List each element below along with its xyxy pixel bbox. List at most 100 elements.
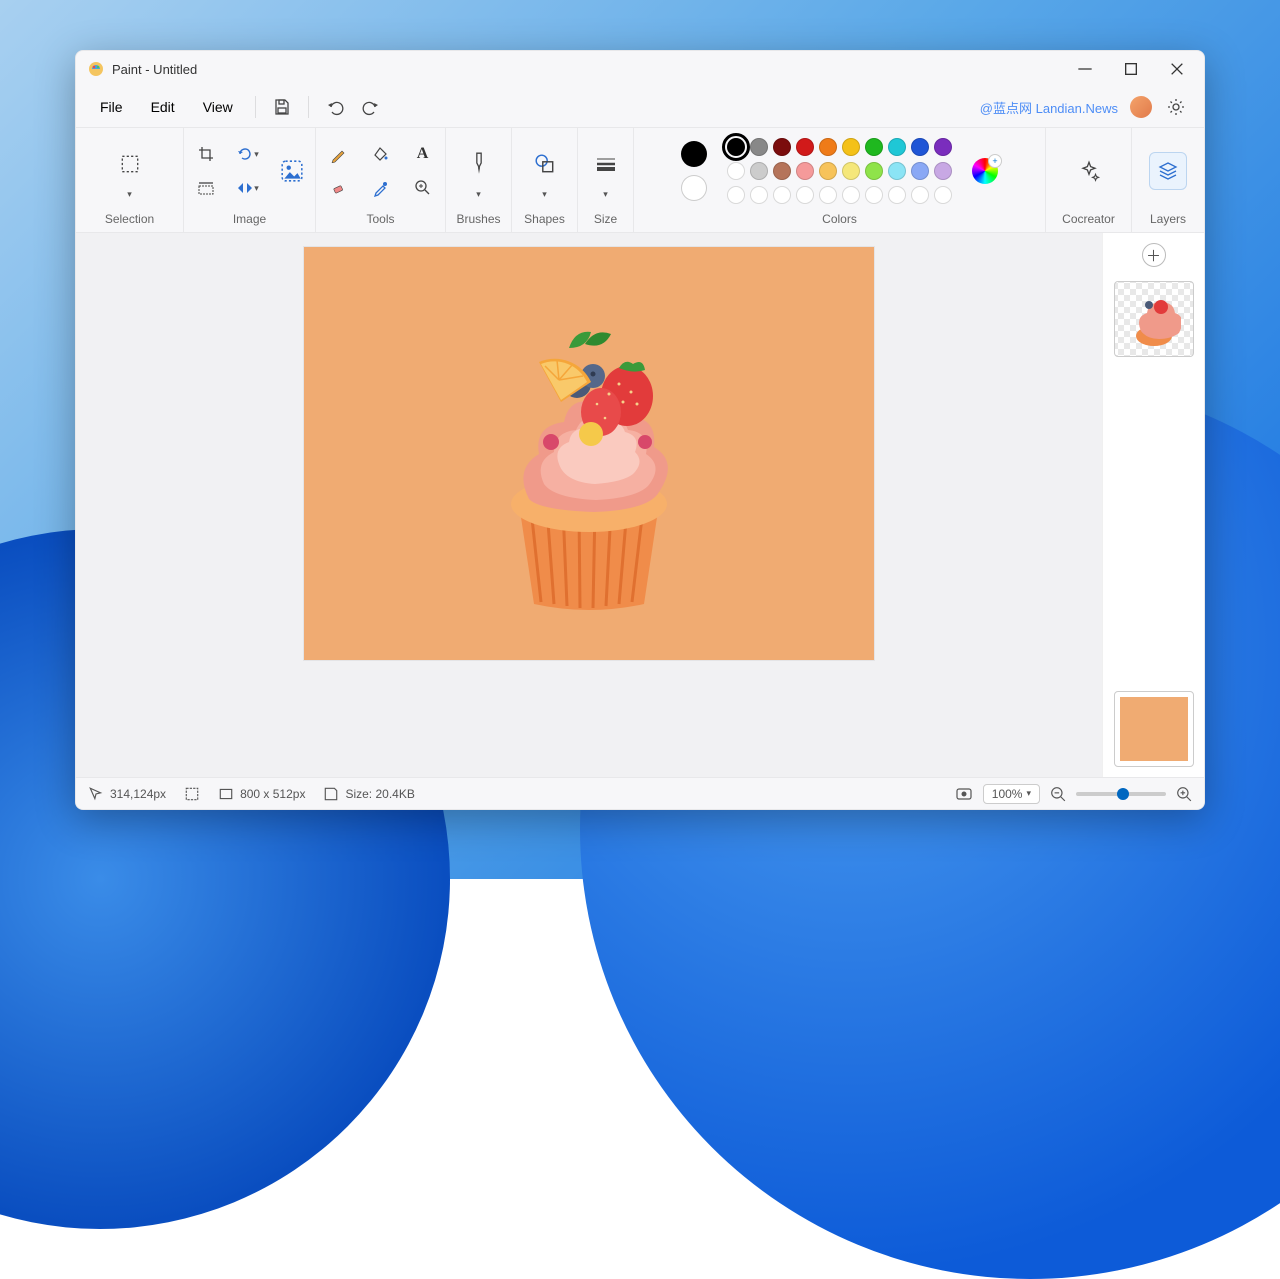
undo-button[interactable] bbox=[317, 91, 353, 123]
statusbar: 314,124px 800 x 512px Size: 20.4KB 100%▾ bbox=[76, 777, 1204, 809]
chevron-down-icon[interactable]: ▾ bbox=[542, 189, 547, 200]
selection-size bbox=[184, 786, 200, 802]
color-swatch[interactable] bbox=[819, 162, 837, 180]
edit-colors-button[interactable] bbox=[972, 158, 998, 184]
shapes-tool[interactable] bbox=[525, 143, 565, 185]
zoom-select[interactable]: 100%▾ bbox=[983, 784, 1040, 804]
color-swatch[interactable] bbox=[911, 138, 929, 156]
color-swatch[interactable] bbox=[934, 138, 952, 156]
color-swatch[interactable] bbox=[750, 138, 768, 156]
magnifier-tool[interactable] bbox=[405, 173, 441, 203]
add-layer-button[interactable]: ＋ bbox=[1142, 243, 1166, 267]
desktop-background: Paint - Untitled File Edit View @蓝点网 Lan… bbox=[0, 0, 1280, 879]
color-swatch-empty[interactable] bbox=[773, 186, 791, 204]
cursor-position: 314,124px bbox=[88, 786, 166, 802]
layer-thumbnail-1[interactable] bbox=[1114, 281, 1194, 357]
titlebar[interactable]: Paint - Untitled bbox=[76, 51, 1204, 87]
menu-file[interactable]: File bbox=[86, 93, 137, 121]
color-swatch[interactable] bbox=[750, 162, 768, 180]
ribbon: ▾ Selection ▾ ▾ bbox=[76, 127, 1204, 233]
color-swatch[interactable] bbox=[842, 138, 860, 156]
chevron-down-icon[interactable]: ▾ bbox=[603, 189, 608, 200]
main-area: ＋ bbox=[76, 233, 1204, 777]
zoom-out-button[interactable] bbox=[1050, 786, 1066, 802]
color-picker-tool[interactable] bbox=[363, 173, 399, 203]
zoom-in-button[interactable] bbox=[1176, 786, 1192, 802]
color-1-swatch[interactable] bbox=[681, 141, 707, 167]
watermark-text: @蓝点网 Landian.News bbox=[980, 98, 1118, 117]
color-swatch-empty[interactable] bbox=[842, 186, 860, 204]
ribbon-label-image: Image bbox=[233, 206, 266, 226]
paint-app-icon bbox=[88, 61, 104, 77]
ribbon-label-selection: Selection bbox=[105, 206, 154, 226]
minimize-button[interactable] bbox=[1062, 51, 1108, 87]
canvas-size: 800 x 512px bbox=[218, 786, 305, 802]
color-swatch-empty[interactable] bbox=[911, 186, 929, 204]
color-swatch-empty[interactable] bbox=[796, 186, 814, 204]
background-remove-tool[interactable] bbox=[272, 150, 312, 192]
color-swatch[interactable] bbox=[796, 162, 814, 180]
paint-window: Paint - Untitled File Edit View @蓝点网 Lan… bbox=[75, 50, 1205, 810]
close-button[interactable] bbox=[1154, 51, 1200, 87]
color-2-swatch[interactable] bbox=[681, 175, 707, 201]
zoom-slider[interactable] bbox=[1076, 792, 1166, 796]
ribbon-label-layers: Layers bbox=[1150, 206, 1186, 226]
settings-button[interactable] bbox=[1158, 91, 1194, 123]
brush-tool[interactable] bbox=[459, 143, 499, 185]
ribbon-label-shapes: Shapes bbox=[524, 206, 565, 226]
chevron-down-icon[interactable]: ▾ bbox=[476, 189, 481, 200]
color-swatch[interactable] bbox=[888, 138, 906, 156]
save-icon bbox=[323, 786, 339, 802]
select-tool[interactable] bbox=[110, 143, 150, 185]
selection-icon bbox=[184, 786, 200, 802]
user-avatar[interactable] bbox=[1130, 96, 1152, 118]
text-tool[interactable]: A bbox=[405, 139, 441, 169]
canvas-area[interactable] bbox=[76, 233, 1102, 777]
maximize-button[interactable] bbox=[1108, 51, 1154, 87]
flip-tool[interactable]: ▾ bbox=[230, 173, 266, 203]
color-swatch[interactable] bbox=[911, 162, 929, 180]
color-swatch-empty[interactable] bbox=[865, 186, 883, 204]
ribbon-label-size: Size bbox=[594, 206, 617, 226]
color-swatch[interactable] bbox=[727, 162, 745, 180]
crop-tool[interactable] bbox=[188, 139, 224, 169]
color-swatch[interactable] bbox=[865, 138, 883, 156]
canvas[interactable] bbox=[304, 247, 874, 660]
color-swatch[interactable] bbox=[842, 162, 860, 180]
color-swatch[interactable] bbox=[773, 138, 791, 156]
color-swatch[interactable] bbox=[819, 138, 837, 156]
save-button[interactable] bbox=[264, 91, 300, 123]
menubar: File Edit View @蓝点网 Landian.News bbox=[76, 87, 1204, 127]
fill-tool[interactable] bbox=[363, 139, 399, 169]
menu-edit[interactable]: Edit bbox=[137, 93, 189, 121]
color-swatch[interactable] bbox=[865, 162, 883, 180]
ribbon-label-brushes: Brushes bbox=[456, 206, 500, 226]
size-tool[interactable] bbox=[586, 143, 626, 185]
color-swatch[interactable] bbox=[796, 138, 814, 156]
color-swatch-empty[interactable] bbox=[934, 186, 952, 204]
color-swatch[interactable] bbox=[888, 162, 906, 180]
color-swatch-empty[interactable] bbox=[819, 186, 837, 204]
color-swatch[interactable] bbox=[773, 162, 791, 180]
fit-screen-icon[interactable] bbox=[955, 785, 973, 803]
cocreator-button[interactable] bbox=[1069, 150, 1109, 192]
canvas-size-icon bbox=[218, 786, 234, 802]
chevron-down-icon[interactable]: ▾ bbox=[127, 189, 132, 200]
color-swatch-empty[interactable] bbox=[727, 186, 745, 204]
layer-thumbnail-background[interactable] bbox=[1114, 691, 1194, 767]
color-swatch[interactable] bbox=[727, 138, 745, 156]
color-swatch[interactable] bbox=[934, 162, 952, 180]
window-title: Paint - Untitled bbox=[112, 62, 197, 77]
eraser-tool[interactable] bbox=[321, 173, 357, 203]
redo-button[interactable] bbox=[353, 91, 389, 123]
cursor-icon bbox=[88, 786, 104, 802]
ribbon-label-tools: Tools bbox=[366, 206, 394, 226]
color-swatch-empty[interactable] bbox=[888, 186, 906, 204]
rotate-tool[interactable]: ▾ bbox=[230, 139, 266, 169]
resize-tool[interactable] bbox=[188, 173, 224, 203]
layers-button[interactable] bbox=[1149, 152, 1187, 190]
pencil-tool[interactable] bbox=[321, 139, 357, 169]
menu-view[interactable]: View bbox=[189, 93, 247, 121]
cupcake-image bbox=[459, 284, 719, 624]
color-swatch-empty[interactable] bbox=[750, 186, 768, 204]
